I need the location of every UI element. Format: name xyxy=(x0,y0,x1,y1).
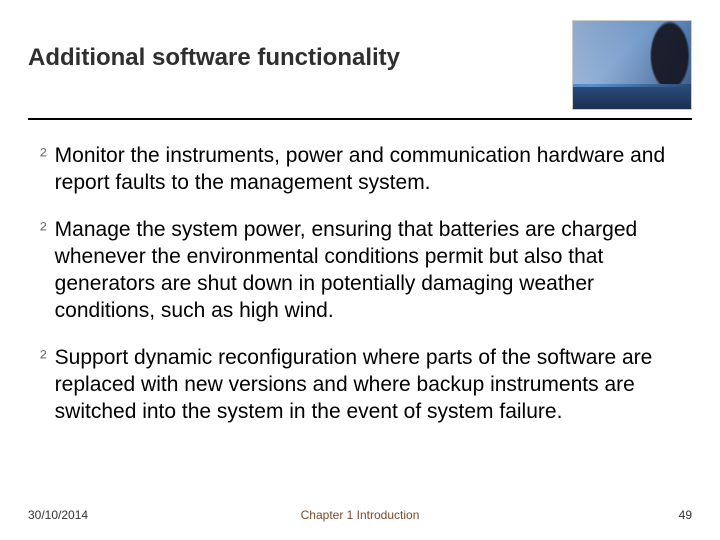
bullet-text: Manage the system power, ensuring that b… xyxy=(55,216,680,324)
bullet-text: Monitor the instruments, power and commu… xyxy=(55,142,680,196)
bullet-text: Support dynamic reconfiguration where pa… xyxy=(55,344,680,425)
corner-image: Software Engineering xyxy=(572,20,692,110)
footer-date: 30/10/2014 xyxy=(28,508,88,522)
bullet-marker: ² xyxy=(40,217,47,243)
bullet-item: ² Monitor the instruments, power and com… xyxy=(40,142,680,196)
corner-caption: Software Engineering xyxy=(577,100,644,107)
slide-title: Additional software functionality xyxy=(28,20,400,72)
bullet-item: ² Manage the system power, ensuring that… xyxy=(40,216,680,324)
bullet-marker: ² xyxy=(40,345,47,371)
slide: Additional software functionality Softwa… xyxy=(0,0,720,540)
footer-chapter: Chapter 1 Introduction xyxy=(301,508,420,522)
bullet-item: ² Support dynamic reconfiguration where … xyxy=(40,344,680,425)
header: Additional software functionality Softwa… xyxy=(0,0,720,110)
content-area: ² Monitor the instruments, power and com… xyxy=(0,120,720,425)
bullet-marker: ² xyxy=(40,143,47,169)
footer: 30/10/2014 Chapter 1 Introduction 49 xyxy=(0,508,720,522)
footer-page-number: 49 xyxy=(679,508,692,522)
